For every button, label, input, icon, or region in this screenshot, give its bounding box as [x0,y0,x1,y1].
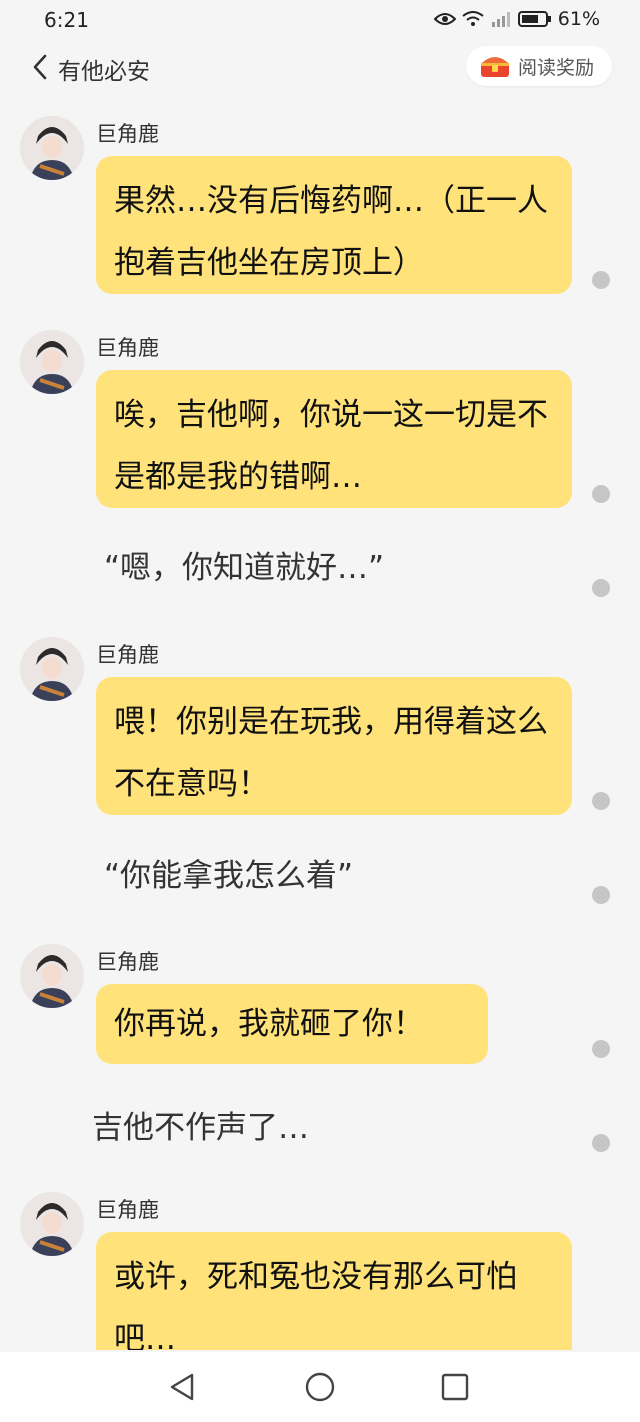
chat-area[interactable]: 巨角鹿 果然…没有后悔药啊…（正一人抱着吉他坐在房顶上） 巨角鹿 唉，吉他啊，你… [0,100,640,1350]
message-bubble[interactable]: 或许，死和冤也没有那么可怕吧… [96,1232,572,1350]
message-status-dot [592,792,610,810]
chat-message: 巨角鹿 你再说，我就砸了你！ [0,936,640,1066]
avatar[interactable] [20,116,84,180]
message-bubble[interactable]: 果然…没有后悔药啊…（正一人抱着吉他坐在房顶上） [96,156,572,294]
sender-name: 巨角鹿 [96,122,159,146]
avatar[interactable] [20,637,84,701]
message-status-dot [592,886,610,904]
narration-text: 吉他不作声了… [92,1110,309,1146]
narration-text: “你能拿我怎么着” [104,858,354,894]
message-status-dot [592,1040,610,1058]
message-bubble[interactable]: 唉，吉他啊，你说一这一切是不是都是我的错啊… [96,370,572,508]
character-avatar-icon [20,637,84,701]
character-avatar-icon [20,116,84,180]
back-triangle-icon[interactable] [166,1370,200,1404]
status-icons: 61% [433,8,600,30]
character-avatar-icon [20,330,84,394]
avatar[interactable] [20,944,84,1008]
treasure-chest-icon [480,57,509,77]
reward-label: 阅读奖励 [517,56,594,79]
sender-name: 巨角鹿 [96,1198,159,1222]
character-avatar-icon [20,944,84,1008]
message-status-dot [592,485,610,503]
sender-name: 巨角鹿 [96,336,159,360]
chevron-left-icon [33,54,47,80]
recents-square-icon[interactable] [438,1370,472,1404]
chat-message: 巨角鹿 果然…没有后悔药啊…（正一人抱着吉他坐在房顶上） [0,108,640,298]
sender-name: 巨角鹿 [96,643,159,667]
message-bubble[interactable]: 你再说，我就砸了你！ [96,984,488,1064]
character-avatar-icon [20,1192,84,1256]
avatar[interactable] [20,1192,84,1256]
page-title[interactable]: 有他必安 [58,52,150,86]
chat-message: 巨角鹿 或许，死和冤也没有那么可怕吧… [0,1184,640,1350]
narration-item: “你能拿我怎么着” [0,838,640,908]
back-button[interactable] [32,52,58,82]
home-circle-icon[interactable] [303,1370,337,1404]
sender-name: 巨角鹿 [96,950,159,974]
chat-message: 巨角鹿 喂！你别是在玩我，用得着这么不在意吗！ [0,629,640,819]
narration-item: 吉他不作声了… [0,1090,640,1160]
avatar[interactable] [20,330,84,394]
narration-item: “嗯，你知道就好…” [0,530,640,600]
top-bar: 有他必安 阅读奖励 [0,44,640,92]
status-bar: 6:21 61% [0,0,640,40]
message-bubble[interactable]: 喂！你别是在玩我，用得着这么不在意吗！ [96,677,572,815]
status-time: 6:21 [44,8,89,32]
message-status-dot [592,1134,610,1152]
message-status-dot [592,579,610,597]
narration-text: “嗯，你知道就好…” [104,550,385,586]
battery-percent: 61% [557,8,600,30]
battery-icon [517,11,551,27]
system-nav-bar [0,1352,640,1422]
wifi-icon [462,11,484,26]
chat-message: 巨角鹿 唉，吉他啊，你说一这一切是不是都是我的错啊… [0,322,640,512]
reading-reward-button[interactable]: 阅读奖励 [465,46,612,86]
message-status-dot [592,271,610,289]
signal-icon [491,12,510,27]
eye-icon [433,13,456,25]
